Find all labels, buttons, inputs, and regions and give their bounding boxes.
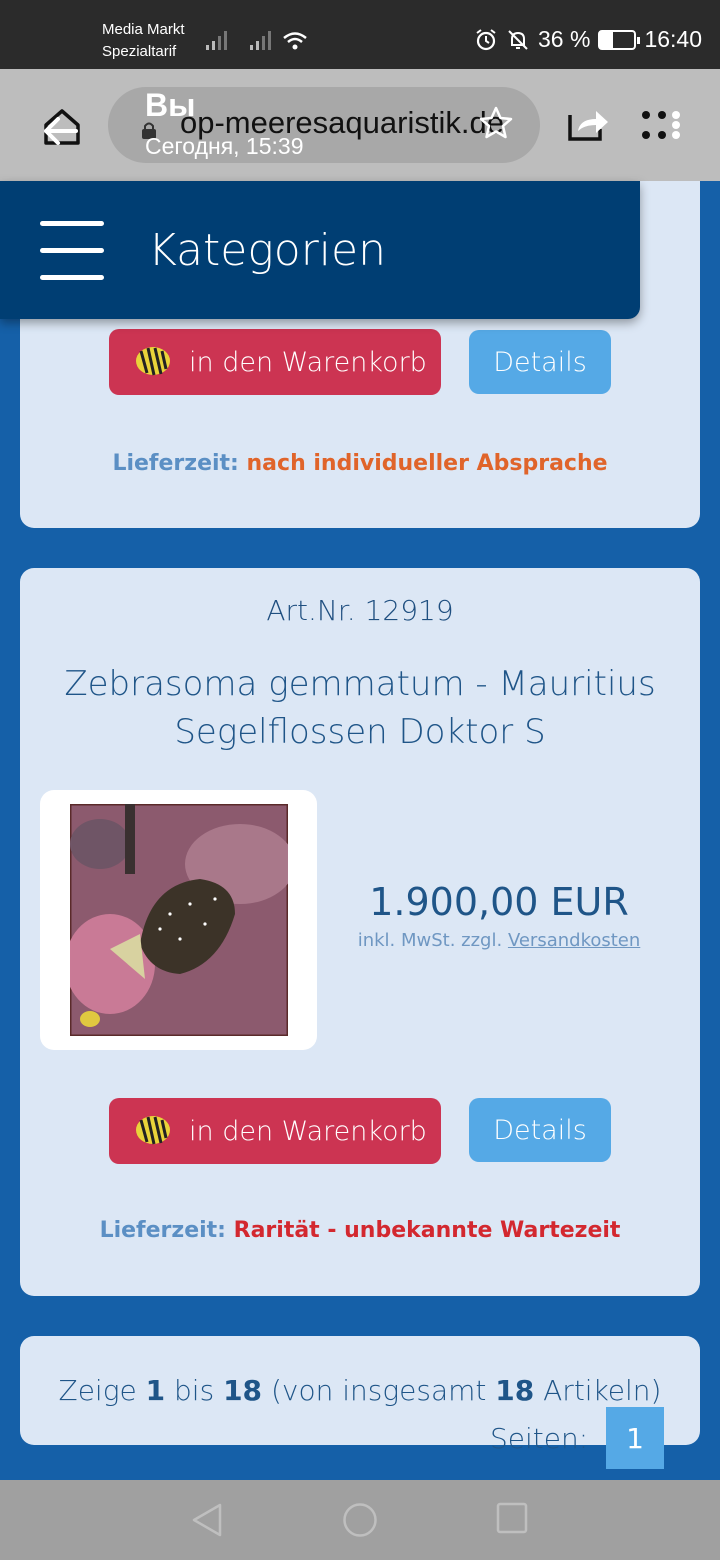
tax-text: inkl. MwSt. zzgl. (357, 930, 503, 951)
pagination-card: Zeige 1 bis 18 (von insgesamt 18 Artikel… (20, 1336, 700, 1469)
battery-percent: 36 % (538, 26, 591, 52)
nav-home-icon[interactable] (342, 1502, 378, 1538)
page-button-current[interactable]: 1 (606, 1407, 664, 1469)
shipping-cost-link[interactable]: Versandkosten (508, 930, 640, 951)
category-header: Kategorien (0, 181, 640, 319)
details-label: Details (493, 1114, 587, 1146)
battery-icon (598, 29, 641, 50)
menu-dots-icon[interactable] (640, 107, 682, 143)
nav-back-icon[interactable] (190, 1502, 224, 1538)
delivery-value: Rarität - unbekannte Wartezeit (233, 1218, 621, 1243)
carrier-name: Media Markt Spezialtarif (102, 21, 185, 60)
fish-icon (136, 1116, 170, 1145)
add-to-cart-label: in den Warenkorb (189, 1115, 427, 1147)
product-image[interactable] (70, 804, 288, 1036)
signal-icon (206, 30, 227, 50)
product-price: 1.900,00 EUR (369, 880, 629, 924)
delivery-info: Lieferzeit: Rarität - unbekannte Warteze… (20, 1218, 700, 1243)
product-title[interactable]: Zebrasoma gemmatum - Mauritius Segelflos… (50, 660, 670, 756)
hamburger-menu-icon[interactable] (40, 221, 106, 280)
tax-info: inkl. MwSt. zzgl. Versandkosten (338, 930, 660, 951)
share-icon[interactable] (566, 107, 610, 143)
alarm-icon (476, 28, 496, 50)
mute-bell-icon (508, 29, 528, 50)
tab-owner-label: Вы (145, 87, 196, 123)
page-content: in den Warenkorb Details Lieferzeit: nac… (0, 181, 720, 1480)
fish-icon (136, 347, 170, 376)
add-to-cart-button[interactable]: in den Warenkorb (109, 1098, 441, 1164)
delivery-info: Lieferzeit: nach individueller Absprache (20, 451, 700, 476)
category-title[interactable]: Kategorien (148, 225, 386, 276)
details-label: Details (493, 346, 587, 378)
wifi-icon (283, 32, 307, 50)
details-button[interactable]: Details (469, 1098, 611, 1162)
tab-time-label: Сегодня, 15:39 (145, 133, 304, 159)
details-button[interactable]: Details (469, 330, 611, 394)
add-to-cart-button[interactable]: in den Warenkorb (109, 329, 441, 395)
pages-label: Seiten: (490, 1422, 589, 1455)
browser-toolbar: op-meeresaquaristik.de Вы Сегодня, 15:39 (0, 69, 720, 181)
product-card: Art.Nr. 12919 Zebrasoma gemmatum - Mauri… (20, 568, 700, 1296)
product-image-frame[interactable] (40, 790, 317, 1050)
article-number: Art.Nr. 12919 (266, 594, 454, 627)
pagination-summary: Zeige 1 bis 18 (von insgesamt 18 Artikel… (58, 1374, 662, 1407)
add-to-cart-label: in den Warenkorb (189, 346, 427, 378)
delivery-label: Lieferzeit: (112, 451, 239, 476)
delivery-label: Lieferzeit: (99, 1218, 226, 1243)
signal-icon (250, 30, 271, 50)
bookmark-star-icon[interactable] (478, 105, 514, 141)
nav-recent-icon[interactable] (496, 1502, 528, 1534)
back-arrow-icon[interactable] (40, 111, 80, 151)
delivery-value: nach individueller Absprache (246, 451, 608, 476)
system-nav-bar (0, 1480, 720, 1560)
status-right: 36 % 16:40 (474, 26, 702, 53)
clock: 16:40 (644, 26, 702, 52)
status-bar: Media Markt Spezialtarif 36 % 16:40 (0, 0, 720, 69)
